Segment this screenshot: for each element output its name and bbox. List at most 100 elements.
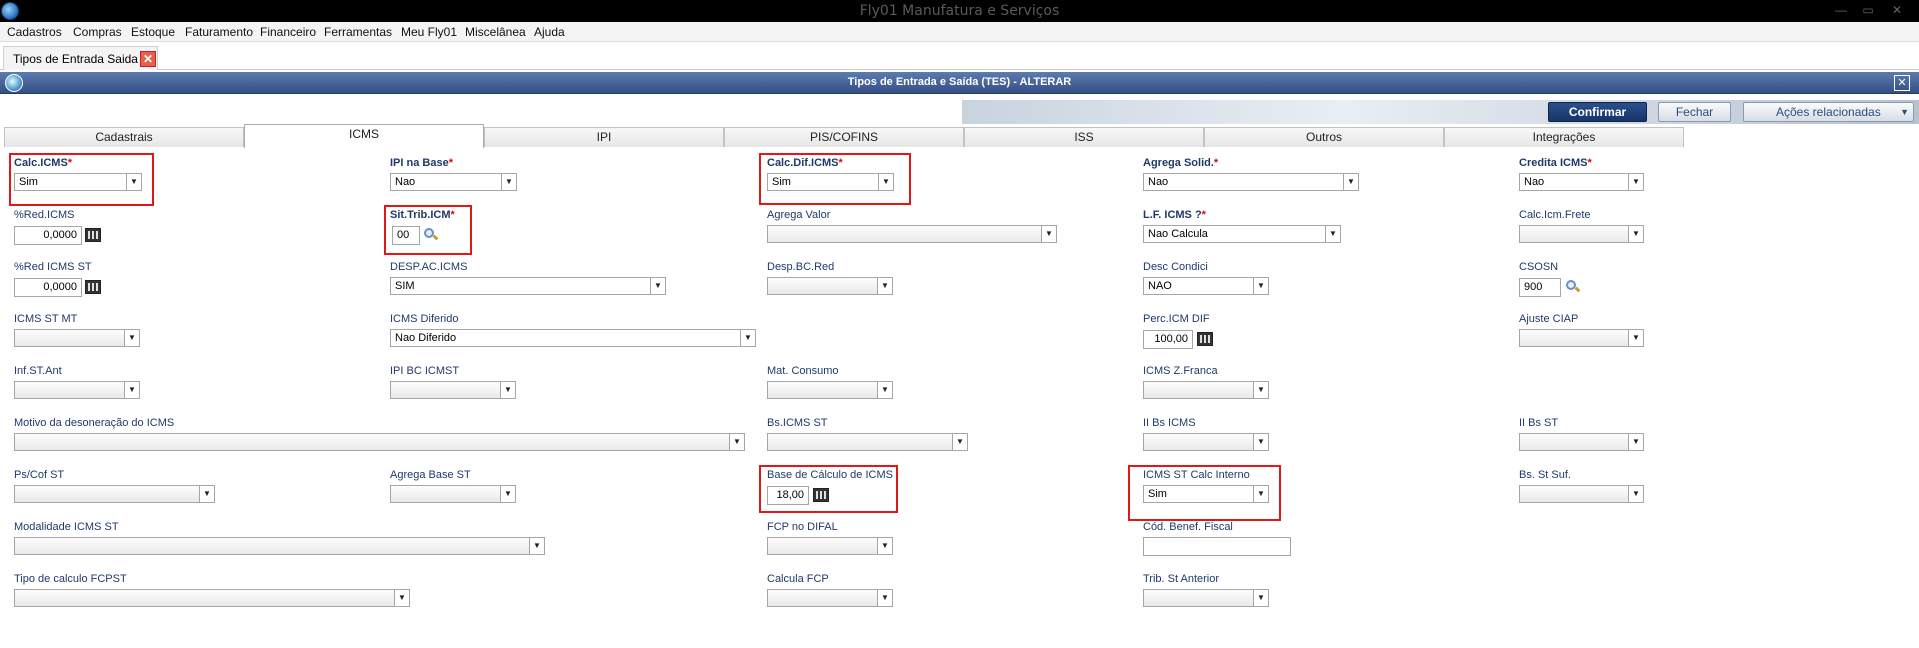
close-tab-icon[interactable]: ✕ (140, 51, 156, 67)
icms-diferido-select[interactable]: Nao Diferido ▼ (390, 329, 756, 347)
calculator-icon[interactable] (85, 228, 101, 242)
bs-st-suf-select[interactable]: ▼ (1519, 485, 1644, 503)
tab-iss[interactable]: ISS (964, 127, 1204, 147)
csosn-input[interactable]: 900 (1519, 278, 1561, 297)
chevron-down-icon: ▼ (877, 590, 892, 606)
menu-ajuda[interactable]: Ajuda (534, 25, 565, 39)
highlight-icms-st-calc-interno (1128, 465, 1281, 521)
icms-z-franca-select[interactable]: ▼ (1143, 381, 1269, 399)
confirm-button[interactable]: Confirmar (1548, 102, 1647, 122)
document-tab[interactable]: Tipos de Entrada Saida ✕ (3, 46, 158, 70)
highlight-sit-trib-icm (384, 205, 472, 255)
desc-condici-select[interactable]: NAO ▼ (1143, 277, 1269, 295)
chevron-down-icon: ▼ (394, 590, 409, 606)
minimize-icon[interactable]: — (1828, 2, 1854, 18)
related-actions-button[interactable]: Ações relacionadas ▼ (1743, 102, 1914, 122)
trib-st-anterior-select[interactable]: ▼ (1143, 589, 1269, 607)
ajuste-ciap-label: Ajuste CIAP (1519, 313, 1579, 325)
fcp-no-difal-label: FCP no DIFAL (767, 521, 838, 533)
perc-icm-dif-input[interactable]: 100,00 (1143, 330, 1193, 349)
ii-bs-st-select[interactable]: ▼ (1519, 433, 1644, 451)
desp-bc-red-select[interactable]: ▼ (767, 277, 893, 295)
menu-compras[interactable]: Compras (73, 25, 122, 39)
calc-icm-frete-label: Calc.Icm.Frete (1519, 209, 1591, 221)
ajuste-ciap-select[interactable]: ▼ (1519, 329, 1644, 347)
icms-diferido-label: ICMS Diferido (390, 313, 459, 325)
chevron-down-icon: ▼ (650, 278, 665, 294)
inf-st-ant-label: Inf.ST.Ant (14, 365, 62, 377)
menu-estoque[interactable]: Estoque (131, 25, 175, 39)
tab-integracoes[interactable]: Integrações (1444, 127, 1684, 147)
icms-st-mt-select[interactable]: ▼ (14, 329, 140, 347)
menu-financeiro[interactable]: Financeiro (260, 25, 316, 39)
tipo-calculo-fcpst-label: Tipo de calculo FCPST (14, 573, 127, 585)
credita-icms-select[interactable]: Nao ▼ (1519, 173, 1644, 191)
agrega-valor-select[interactable]: ▼ (767, 225, 1057, 243)
red-icms-st-input[interactable]: 0,0000 (14, 278, 82, 297)
chevron-down-icon: ▼ (1253, 434, 1268, 450)
motivo-desoneracao-select[interactable]: ▼ (14, 433, 745, 451)
ipi-bc-icmst-select[interactable]: ▼ (390, 381, 516, 399)
calculator-icon[interactable] (85, 280, 101, 294)
chevron-down-icon: ▼ (1325, 226, 1340, 242)
agrega-base-st-select[interactable]: ▼ (390, 485, 516, 503)
trib-st-anterior-label: Trib. St Anterior (1143, 573, 1220, 585)
tab-outros[interactable]: Outros (1204, 127, 1444, 147)
cod-benef-fiscal-input[interactable] (1143, 537, 1291, 556)
tab-icms[interactable]: ICMS (244, 124, 484, 148)
ii-bs-icms-select[interactable]: ▼ (1143, 433, 1269, 451)
chevron-down-icon: ▼ (1628, 226, 1643, 242)
lf-icms-select[interactable]: Nao Calcula ▼ (1143, 225, 1341, 243)
chevron-down-icon: ▼ (1041, 226, 1056, 242)
highlight-calc-icms (9, 153, 154, 206)
tab-cadastrais[interactable]: Cadastrais (4, 127, 244, 147)
chevron-down-icon: ▼ (1343, 174, 1358, 190)
menu-meu-fly01[interactable]: Meu Fly01 (401, 25, 457, 39)
desc-condici-label: Desc Condici (1143, 261, 1208, 273)
document-tab-label: Tipos de Entrada Saida (13, 52, 138, 66)
tab-pis-cofins[interactable]: PIS/COFINS (724, 127, 964, 147)
highlight-calc-dif-icms (759, 153, 911, 205)
icms-z-franca-label: ICMS Z.Franca (1143, 365, 1218, 377)
close-button[interactable]: Fechar (1658, 102, 1731, 122)
mat-consumo-select[interactable]: ▼ (767, 381, 893, 399)
form-titlebar: Tipos de Entrada e Saída (TES) - ALTERAR… (0, 72, 1919, 94)
chevron-down-icon: ▼ (529, 538, 544, 554)
agrega-base-st-label: Agrega Base ST (390, 469, 471, 481)
menu-cadastros[interactable]: Cadastros (7, 25, 62, 39)
cod-benef-fiscal-label: Cód. Benef. Fiscal (1143, 521, 1233, 533)
form-title: Tipos de Entrada e Saída (TES) - ALTERAR (847, 76, 1072, 88)
ii-bs-st-label: II Bs ST (1519, 417, 1559, 429)
menu-miscelanea[interactable]: Miscelânea (465, 25, 526, 39)
calcula-fcp-select[interactable]: ▼ (767, 589, 893, 607)
fcp-no-difal-select[interactable]: ▼ (767, 537, 893, 555)
desp-ac-icms-select[interactable]: SIM ▼ (390, 277, 666, 295)
chevron-down-icon: ▼ (877, 382, 892, 398)
ps-cof-st-select[interactable]: ▼ (14, 485, 215, 503)
close-window-icon[interactable]: ✕ (1884, 2, 1910, 18)
calculator-icon[interactable] (1197, 332, 1213, 346)
modalidade-icms-st-select[interactable]: ▼ (14, 537, 545, 555)
tab-ipi[interactable]: IPI (484, 127, 724, 147)
menu-faturamento[interactable]: Faturamento (185, 25, 253, 39)
credita-icms-label: Credita ICMS* (1519, 157, 1592, 169)
chevron-down-icon: ▼ (501, 174, 516, 190)
icms-st-mt-label: ICMS ST MT (14, 313, 78, 325)
agrega-solid-select[interactable]: Nao ▼ (1143, 173, 1359, 191)
maximize-icon[interactable]: ▭ (1855, 2, 1881, 18)
chevron-down-icon: ▼ (1900, 107, 1909, 117)
search-icon[interactable] (1566, 280, 1581, 294)
close-form-icon[interactable]: ✕ (1894, 75, 1910, 91)
calc-icm-frete-select[interactable]: ▼ (1519, 225, 1644, 243)
inf-st-ant-select[interactable]: ▼ (14, 381, 140, 399)
red-icms-input[interactable]: 0,0000 (14, 226, 82, 245)
agrega-valor-label: Agrega Valor (767, 209, 831, 221)
window-titlebar: Fly01 Manufatura e Serviços — ▭ ✕ (0, 0, 1919, 22)
menu-ferramentas[interactable]: Ferramentas (324, 25, 392, 39)
chevron-down-icon: ▼ (1628, 486, 1643, 502)
tipo-calculo-fcpst-select[interactable]: ▼ (14, 589, 410, 607)
highlight-base-calc-icms (759, 465, 898, 513)
bs-icms-st-select[interactable]: ▼ (767, 433, 968, 451)
ipi-na-base-select[interactable]: Nao ▼ (390, 173, 517, 191)
chevron-down-icon: ▼ (124, 382, 139, 398)
